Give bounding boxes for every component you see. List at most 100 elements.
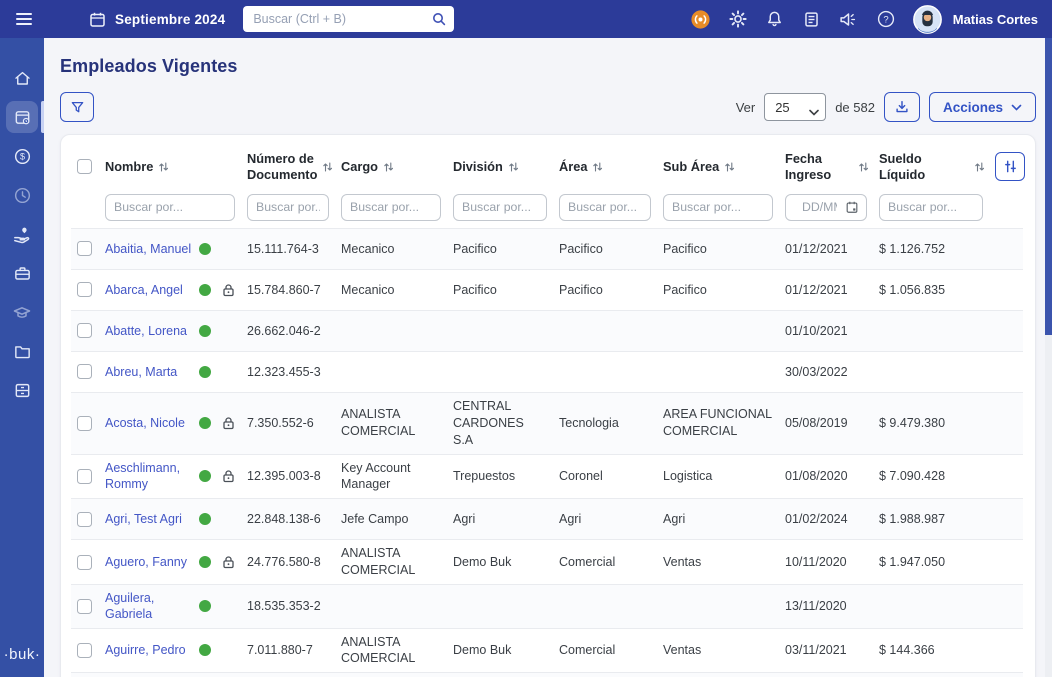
search-icon[interactable] bbox=[431, 11, 447, 32]
table-row: Agri, Test Agri 22.848.138-6 Jefe Campo Agr… bbox=[71, 498, 1023, 540]
subarea-cell: Pacifico bbox=[663, 282, 707, 297]
period-label[interactable]: Septiembre 2024 bbox=[115, 12, 225, 27]
sort-icon[interactable] bbox=[592, 161, 603, 173]
topbar: Septiembre 2024 ? Matias Cortes bbox=[0, 0, 1052, 38]
sort-icon[interactable] bbox=[508, 161, 519, 173]
filter-sueldo-input[interactable] bbox=[879, 193, 983, 221]
document-cell: 15.111.764-3 bbox=[247, 241, 319, 256]
sort-icon[interactable] bbox=[974, 161, 985, 173]
employee-name-link[interactable]: Aguero, Fanny bbox=[105, 554, 195, 570]
menu-hamburger-icon[interactable] bbox=[16, 13, 32, 25]
employee-name-link[interactable]: Agri, Test Agri bbox=[105, 511, 195, 527]
area-cell: Comercial bbox=[559, 643, 616, 658]
row-checkbox[interactable] bbox=[77, 554, 92, 570]
sidebar-item-benefits[interactable] bbox=[0, 215, 44, 254]
document-cell: 26.662.046-2 bbox=[247, 323, 321, 338]
employee-name-link[interactable]: Abreu, Marta bbox=[105, 364, 195, 380]
calendar-icon[interactable] bbox=[845, 200, 859, 214]
table-header: Nombre Número de Documento Cargo Divisió… bbox=[71, 145, 1025, 185]
page-title: Empleados Vigentes bbox=[60, 56, 238, 76]
active-status-dot bbox=[199, 324, 211, 337]
briefcase-icon bbox=[13, 264, 32, 283]
search-input[interactable] bbox=[243, 6, 455, 32]
sort-icon[interactable] bbox=[858, 161, 869, 173]
row-checkbox[interactable] bbox=[77, 468, 92, 484]
document-cell: 24.776.580-8 bbox=[247, 554, 321, 569]
calendar-icon[interactable] bbox=[87, 9, 107, 29]
avatar[interactable] bbox=[912, 4, 942, 34]
row-checkbox[interactable] bbox=[77, 598, 92, 614]
scrollbar-thumb[interactable] bbox=[1045, 38, 1052, 335]
filter-cargo-input[interactable] bbox=[341, 193, 441, 221]
document-cell: 12.323.455-3 bbox=[247, 364, 321, 379]
filter-area-input[interactable] bbox=[559, 193, 651, 221]
filter-button[interactable] bbox=[60, 92, 94, 122]
row-checkbox[interactable] bbox=[77, 241, 92, 257]
select-all-checkbox[interactable] bbox=[77, 159, 92, 175]
page-size-select[interactable]: 25 bbox=[764, 93, 827, 121]
dollar-icon: $ bbox=[13, 147, 32, 166]
filter-subarea-input[interactable] bbox=[663, 193, 773, 221]
row-checkbox[interactable] bbox=[77, 364, 92, 380]
sidebar-item-training[interactable] bbox=[0, 293, 44, 332]
document-cell: 12.395.003-8 bbox=[247, 469, 321, 484]
sliders-icon bbox=[1003, 159, 1018, 174]
row-checkbox[interactable] bbox=[77, 282, 92, 298]
document-cell: 18.535.353-2 bbox=[247, 598, 321, 613]
sidebar-item-organization[interactable] bbox=[0, 371, 44, 410]
download-button[interactable] bbox=[883, 92, 920, 122]
sort-icon[interactable] bbox=[158, 161, 169, 173]
notifications-bell-icon[interactable] bbox=[765, 9, 785, 29]
sidebar-item-time[interactable] bbox=[0, 176, 44, 215]
acciones-button[interactable]: Acciones bbox=[928, 92, 1036, 122]
filter-nombre-input[interactable] bbox=[105, 193, 235, 221]
sidebar-item-documents[interactable] bbox=[0, 332, 44, 371]
column-header-nombre: Nombre bbox=[105, 159, 247, 175]
user-name[interactable]: Matias Cortes bbox=[953, 12, 1038, 27]
employee-name-link[interactable]: Acosta, Nicole bbox=[105, 415, 195, 431]
cargo-cell: Mecanico bbox=[341, 241, 395, 256]
cargo-cell: ANALISTA COMERCIAL bbox=[341, 634, 416, 666]
sidebar-item-jobs[interactable] bbox=[0, 254, 44, 293]
sidebar-item-employees[interactable] bbox=[0, 98, 44, 137]
lock-icon bbox=[222, 469, 235, 483]
row-checkbox[interactable] bbox=[77, 642, 92, 658]
lock-icon bbox=[222, 283, 235, 297]
fecha-ingreso-cell: 05/08/2019 bbox=[785, 415, 848, 430]
area-cell: Comercial bbox=[559, 554, 616, 569]
row-checkbox[interactable] bbox=[77, 415, 92, 431]
employee-name-link[interactable]: Aguirre, Pedro bbox=[105, 642, 195, 658]
sort-icon[interactable] bbox=[322, 161, 333, 173]
employee-name-link[interactable]: Aeschlimann, Rommy bbox=[105, 460, 195, 493]
sort-icon[interactable] bbox=[724, 161, 735, 173]
hand-heart-icon bbox=[12, 225, 32, 245]
area-cell: Pacifico bbox=[559, 241, 603, 256]
cargo-cell: Mecanico bbox=[341, 282, 395, 297]
announcements-megaphone-icon[interactable] bbox=[839, 9, 859, 29]
employee-name-link[interactable]: Abatte, Lorena bbox=[105, 323, 195, 339]
row-checkbox[interactable] bbox=[77, 511, 92, 527]
sueldo-cell: $ 1.126.752 bbox=[879, 241, 946, 256]
row-checkbox[interactable] bbox=[77, 323, 92, 339]
table-row: Aguirre, Pedro 7.011.880-7 ANALISTA COMERC… bbox=[71, 627, 1023, 673]
filter-fecha-input[interactable] bbox=[794, 193, 845, 221]
column-settings-button[interactable] bbox=[995, 152, 1025, 182]
subarea-cell: Pacifico bbox=[663, 241, 707, 256]
help-icon[interactable]: ? bbox=[876, 9, 896, 29]
settings-gear-icon[interactable] bbox=[728, 9, 748, 29]
employee-name-link[interactable]: Abarca, Angel bbox=[105, 282, 195, 298]
employee-name-link[interactable]: Abaitia, Manuel bbox=[105, 241, 195, 257]
filter-fecha-datebox bbox=[785, 193, 867, 221]
filter-documento-input[interactable] bbox=[247, 193, 329, 221]
sort-icon[interactable] bbox=[383, 161, 394, 173]
sidebar-item-home[interactable] bbox=[0, 59, 44, 98]
buk-assistant-icon[interactable] bbox=[691, 9, 711, 29]
subarea-cell: Agri bbox=[663, 511, 686, 526]
employee-name-link[interactable]: Aguilera, Gabriela bbox=[105, 590, 195, 623]
scrollbar-track[interactable] bbox=[1045, 38, 1052, 677]
fecha-ingreso-cell: 13/11/2020 bbox=[785, 598, 847, 613]
sidebar-item-remunerations[interactable]: $ bbox=[0, 137, 44, 176]
document-icon[interactable] bbox=[802, 9, 822, 29]
filter-division-input[interactable] bbox=[453, 193, 547, 221]
acciones-button-label: Acciones bbox=[942, 99, 1003, 115]
